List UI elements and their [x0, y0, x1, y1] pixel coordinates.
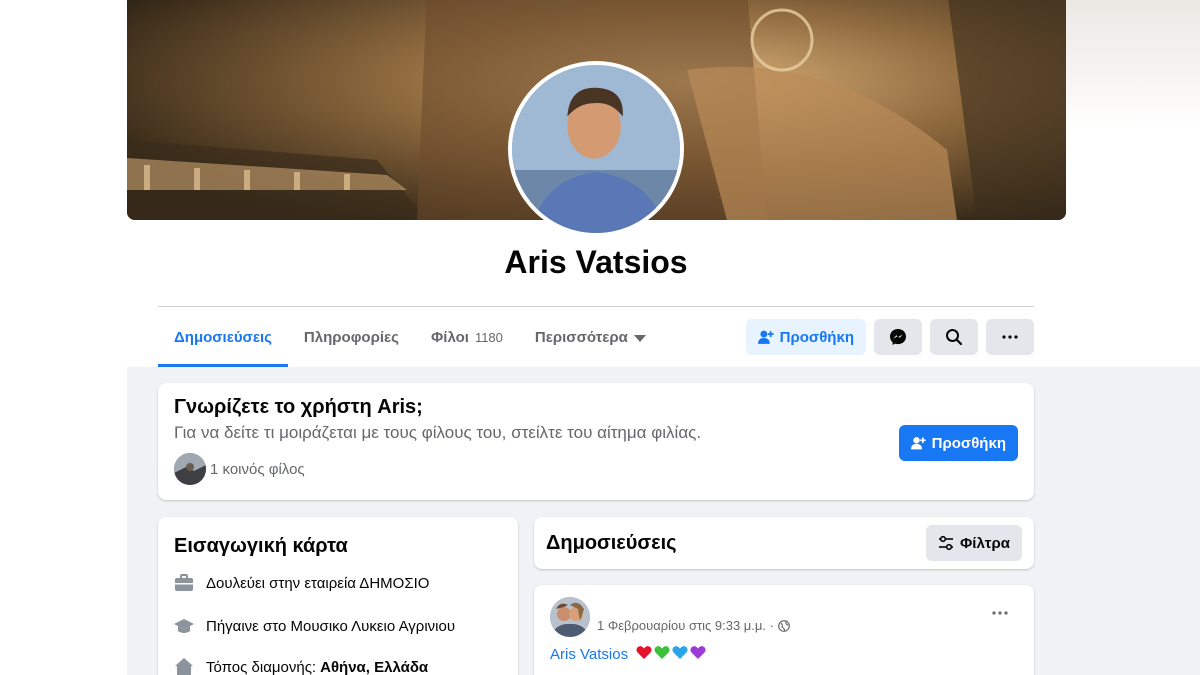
graduation-cap-icon: [174, 619, 194, 633]
heart-icon: [690, 646, 706, 659]
mutual-friends[interactable]: 1 κοινός φίλος: [174, 453, 305, 485]
home-icon: [175, 658, 193, 675]
intro-location-prefix: Τόπος διαμονής:: [206, 658, 317, 675]
intro-work-text: Δουλεύει στην εταιρεία ΔΗΜΟΣΙΟ: [206, 574, 430, 592]
post-author-link[interactable]: Aris Vatsios: [550, 646, 628, 663]
ellipsis-icon: [1002, 335, 1018, 339]
more-options-button[interactable]: [986, 319, 1034, 355]
intro-school-text: Πήγαινε στο Μουσικο Λυκειο Αγρινιου: [206, 617, 456, 635]
post-meta: 1 Φεβρουαρίου στις 9:33 μ.μ. ·: [597, 618, 790, 633]
heart-icon: [654, 646, 670, 659]
add-friend-label: Προσθήκη: [779, 328, 854, 346]
intro-location: Τόπος διαμονής: Αθήνα, Ελλάδα: [174, 657, 428, 675]
profile-actions: Προσθήκη: [746, 319, 1034, 355]
tab-friends-label: Φίλοι: [430, 328, 469, 346]
intro-card: Εισαγωγική κάρτα Δουλεύει στην εταιρεία …: [158, 517, 518, 675]
filter-label: Φίλτρα: [959, 534, 1011, 552]
messenger-icon: [890, 329, 906, 345]
background-fade: [1066, 0, 1200, 130]
intro-work: Δουλεύει στην εταιρεία ΔΗΜΟΣΙΟ: [174, 573, 429, 593]
tab-more[interactable]: Περισσότερα: [519, 307, 662, 367]
send-request-button[interactable]: Προσθήκη: [899, 425, 1018, 461]
heart-icon: [672, 646, 688, 659]
ellipsis-icon: [992, 611, 1008, 615]
send-request-label: Προσθήκη: [931, 434, 1006, 452]
heart-icon: [636, 646, 652, 659]
add-friend-button[interactable]: Προσθήκη: [746, 319, 866, 355]
profile-tabs: Δημοσιεύσεις Πληροφορίες Φίλοι 1180 Περισ…: [158, 307, 662, 367]
profile-name: Aris Vatsios: [504, 244, 688, 280]
tab-more-label: Περισσότερα: [534, 328, 628, 346]
mutual-friend-avatar[interactable]: [174, 453, 206, 485]
post-timestamp[interactable]: 1 Φεβρουαρίου στις 9:33 μ.μ. ·: [597, 618, 774, 633]
add-friend-icon: [911, 437, 926, 450]
friend-suggestion-card: Γνωρίζετε το χρήστη Aris; Για να δείτε τ…: [158, 383, 1034, 500]
intro-location-value: Αθήνα, Ελλάδα: [320, 658, 429, 675]
caret-down-icon: [633, 334, 646, 342]
messenger-button[interactable]: [874, 319, 922, 355]
tab-posts[interactable]: Δημοσιεύσεις: [158, 307, 288, 367]
tab-about-label: Πληροφορίες: [303, 328, 399, 346]
post-author-avatar[interactable]: [550, 597, 590, 637]
tab-about[interactable]: Πληροφορίες: [288, 307, 415, 367]
add-friend-icon: [758, 330, 774, 344]
heart-emojis: [636, 645, 708, 664]
filter-sliders-icon: [938, 535, 953, 551]
briefcase-icon: [175, 574, 193, 591]
friend-suggestion-title: Γνωρίζετε το χρήστη Aris;: [174, 396, 423, 418]
globe-icon: [778, 619, 790, 632]
search-button[interactable]: [930, 319, 978, 355]
intro-title: Εισαγωγική κάρτα: [174, 535, 348, 557]
intro-school: Πήγαινε στο Μουσικο Λυκειο Αγρινιου: [174, 616, 455, 636]
posts-title: Δημοσιεύσεις: [546, 532, 677, 554]
mutual-friends-label: 1 κοινός φίλος: [210, 460, 305, 478]
tab-friends[interactable]: Φίλοι 1180: [415, 307, 519, 367]
post-options-button[interactable]: [982, 601, 1018, 625]
post-card: 1 Φεβρουαρίου στις 9:33 μ.μ. · Aris Vats…: [534, 585, 1034, 675]
friend-suggestion-subtitle: Για να δείτε τι μοιράζεται με τους φίλου…: [174, 423, 702, 442]
friends-count: 1180: [474, 329, 503, 345]
tab-posts-label: Δημοσιεύσεις: [174, 328, 272, 346]
posts-header-card: Δημοσιεύσεις Φίλτρα: [534, 517, 1034, 569]
search-icon: [946, 329, 963, 346]
post-body: Aris Vatsios: [550, 645, 708, 664]
profile-avatar[interactable]: [508, 61, 684, 237]
filter-button[interactable]: Φίλτρα: [926, 525, 1022, 561]
